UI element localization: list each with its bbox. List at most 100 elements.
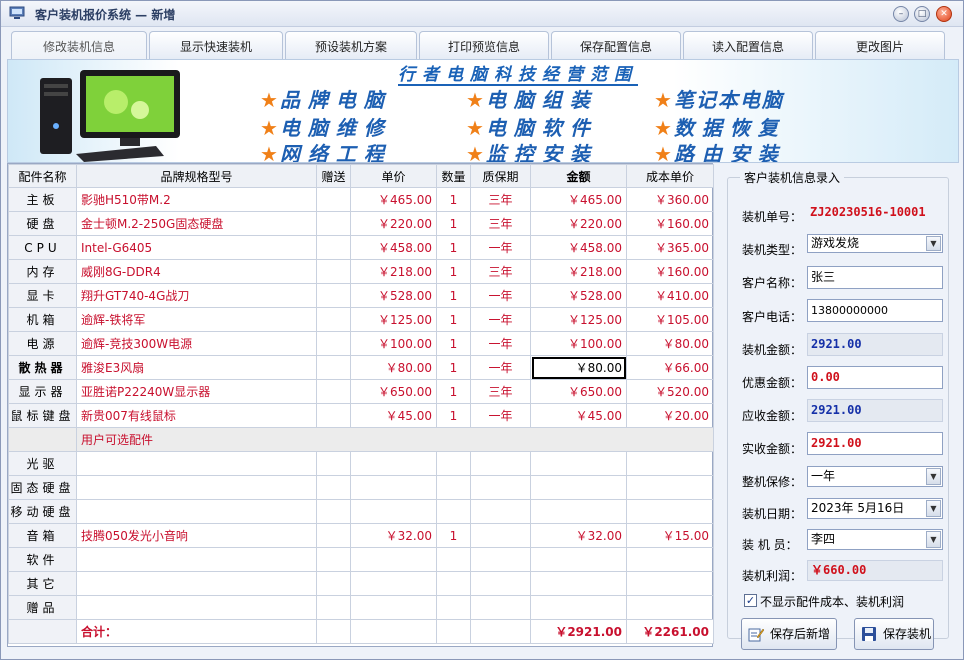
cell-qty[interactable]: 1 bbox=[436, 235, 471, 260]
cell-warranty[interactable] bbox=[470, 571, 531, 596]
table-row[interactable]: 散热器 雅浚E3风扇 ￥80.00 1 一年 ￥80.00 ￥66.00 bbox=[8, 355, 714, 380]
cell-spec[interactable] bbox=[76, 547, 317, 572]
cell-cost[interactable]: ￥20.00 bbox=[626, 403, 714, 428]
hide-cost-checkbox[interactable]: ✓ bbox=[744, 594, 757, 607]
cell-spec[interactable]: 亚胜诺P22240W显示器 bbox=[76, 379, 317, 404]
parts-grid[interactable]: 配件名称 品牌规格型号 赠送 单价 数量 质保期 金额 成本单价 主板 影驰H51… bbox=[7, 163, 714, 647]
date-picker[interactable]: 2023年 5月16日 ▼ bbox=[807, 498, 943, 519]
cell-gift[interactable] bbox=[316, 283, 351, 308]
cell-name[interactable]: 显卡 bbox=[8, 283, 77, 308]
cell-spec[interactable]: 逾辉-铁将军 bbox=[76, 307, 317, 332]
cell-cost[interactable]: ￥360.00 bbox=[626, 187, 714, 212]
cell-name[interactable]: 其它 bbox=[8, 571, 77, 596]
cell-amount[interactable]: ￥528.00 bbox=[530, 283, 627, 308]
cell-spec[interactable] bbox=[76, 595, 317, 620]
table-row[interactable]: 硬盘 金士顿M.2-250G固态硬盘 ￥220.00 1 三年 ￥220.00 ￥160.0… bbox=[8, 211, 714, 236]
cell-warranty[interactable] bbox=[470, 499, 531, 524]
table-row[interactable]: 显卡 翔升GT740-4G战刀 ￥528.00 1 一年 ￥528.00 ￥410.00 bbox=[8, 283, 714, 308]
calendar-dropdown-icon[interactable]: ▼ bbox=[926, 500, 941, 517]
col-header-qty[interactable]: 数量 bbox=[436, 164, 471, 188]
minimize-button[interactable]: – bbox=[893, 6, 909, 22]
table-row[interactable]: 显示器 亚胜诺P22240W显示器 ￥650.00 1 三年 ￥650.00 ￥520.00 bbox=[8, 379, 714, 404]
cell-qty[interactable]: 1 bbox=[436, 355, 471, 380]
cell-qty[interactable] bbox=[436, 499, 471, 524]
warranty-select[interactable]: 一年 ▼ bbox=[807, 466, 943, 487]
col-header-cost[interactable]: 成本单价 bbox=[626, 164, 714, 188]
cell-amount[interactable]: ￥80.00 bbox=[530, 355, 627, 380]
cell-spec[interactable]: 逾辉-竞技300W电源 bbox=[76, 331, 317, 356]
cell-price[interactable]: ￥465.00 bbox=[350, 187, 437, 212]
tab-modify-info[interactable]: 修改装机信息 bbox=[11, 31, 147, 59]
staff-select[interactable]: 李四 ▼ bbox=[807, 529, 943, 550]
chevron-down-icon[interactable]: ▼ bbox=[926, 531, 941, 548]
tab-save-config[interactable]: 保存配置信息 bbox=[551, 31, 681, 59]
tab-change-image[interactable]: 更改图片 bbox=[815, 31, 945, 59]
cell-amount[interactable] bbox=[530, 451, 627, 476]
cell-price[interactable]: ￥45.00 bbox=[350, 403, 437, 428]
cell-name[interactable]: 机箱 bbox=[8, 307, 77, 332]
table-row[interactable]: 电源 逾辉-竞技300W电源 ￥100.00 1 一年 ￥100.00 ￥80.00 bbox=[8, 331, 714, 356]
save-and-new-button[interactable]: 保存后新增 bbox=[741, 618, 837, 650]
chevron-down-icon[interactable]: ▼ bbox=[926, 468, 941, 485]
cell-name[interactable]: 散热器 bbox=[8, 355, 77, 380]
tab-print-preview[interactable]: 打印预览信息 bbox=[419, 31, 549, 59]
cell-qty[interactable] bbox=[436, 595, 471, 620]
cell-amount[interactable]: ￥458.00 bbox=[530, 235, 627, 260]
cell-cost[interactable]: ￥105.00 bbox=[626, 307, 714, 332]
col-header-gift[interactable]: 赠送 bbox=[316, 164, 351, 188]
cell-amount[interactable] bbox=[530, 571, 627, 596]
cell-cost[interactable]: ￥410.00 bbox=[626, 283, 714, 308]
cell-name[interactable]: 赠品 bbox=[8, 595, 77, 620]
cell-warranty[interactable]: 一年 bbox=[470, 235, 531, 260]
cell-spec[interactable] bbox=[76, 499, 317, 524]
cell-spec[interactable]: 翔升GT740-4G战刀 bbox=[76, 283, 317, 308]
business-banner[interactable]: 行者电脑科技经营范围 ★ 品牌电脑 ★ 电脑组装 ★ 笔记本电脑 ★ 电脑维修 ★ 电脑软… bbox=[7, 59, 959, 163]
table-row[interactable]: 机箱 逾辉-铁将军 ￥125.00 1 一年 ￥125.00 ￥105.00 bbox=[8, 307, 714, 332]
cell-qty[interactable] bbox=[436, 571, 471, 596]
cell-warranty[interactable] bbox=[470, 475, 531, 500]
cell-gift[interactable] bbox=[316, 547, 351, 572]
chevron-down-icon[interactable]: ▼ bbox=[926, 236, 941, 251]
cell-name[interactable]: 音箱 bbox=[8, 523, 77, 548]
cell-spec[interactable]: Intel-G6405 bbox=[76, 235, 317, 260]
table-row[interactable]: 光驱 bbox=[8, 451, 714, 476]
cell-cost[interactable]: ￥15.00 bbox=[626, 523, 714, 548]
maximize-button[interactable]: □ bbox=[914, 6, 930, 22]
save-button[interactable]: 保存装机 bbox=[854, 618, 934, 650]
cell-spec[interactable] bbox=[76, 475, 317, 500]
cell-spec[interactable]: 金士顿M.2-250G固态硬盘 bbox=[76, 211, 317, 236]
cell-name[interactable]: 鼠标键盘 bbox=[8, 403, 77, 428]
cell-gift[interactable] bbox=[316, 379, 351, 404]
cell-price[interactable]: ￥100.00 bbox=[350, 331, 437, 356]
cell-name[interactable]: 电源 bbox=[8, 331, 77, 356]
cell-spec[interactable]: 技腾050发光小音响 bbox=[76, 523, 317, 548]
cell-price[interactable] bbox=[350, 547, 437, 572]
cell-amount[interactable] bbox=[530, 595, 627, 620]
cell-qty[interactable]: 1 bbox=[436, 379, 471, 404]
cell-qty[interactable]: 1 bbox=[436, 283, 471, 308]
cell-gift[interactable] bbox=[316, 571, 351, 596]
cell-price[interactable] bbox=[350, 451, 437, 476]
cell-price[interactable]: ￥650.00 bbox=[350, 379, 437, 404]
cell-amount[interactable]: ￥45.00 bbox=[530, 403, 627, 428]
cell-spec[interactable] bbox=[76, 571, 317, 596]
cell-gift[interactable] bbox=[316, 499, 351, 524]
cell-spec[interactable]: 威刚8G-DDR4 bbox=[76, 259, 317, 284]
cell-warranty[interactable]: 一年 bbox=[470, 355, 531, 380]
cell-name[interactable]: 软件 bbox=[8, 547, 77, 572]
tab-load-config[interactable]: 读入配置信息 bbox=[683, 31, 813, 59]
cell-qty[interactable]: 1 bbox=[436, 403, 471, 428]
cell-spec[interactable]: 新贵007有线鼠标 bbox=[76, 403, 317, 428]
cell-amount[interactable]: ￥218.00 bbox=[530, 259, 627, 284]
cell-spec[interactable] bbox=[76, 451, 317, 476]
cell-cost[interactable]: ￥365.00 bbox=[626, 235, 714, 260]
cell-gift[interactable] bbox=[316, 595, 351, 620]
cell-name[interactable]: 内存 bbox=[8, 259, 77, 284]
cell-warranty[interactable]: 三年 bbox=[470, 379, 531, 404]
table-row[interactable]: 其它 bbox=[8, 571, 714, 596]
cell-amount[interactable] bbox=[530, 475, 627, 500]
cell-name[interactable]: 显示器 bbox=[8, 379, 77, 404]
cell-cost[interactable] bbox=[626, 475, 714, 500]
table-row[interactable]: 固态硬盘 bbox=[8, 475, 714, 500]
cell-gift[interactable] bbox=[316, 475, 351, 500]
